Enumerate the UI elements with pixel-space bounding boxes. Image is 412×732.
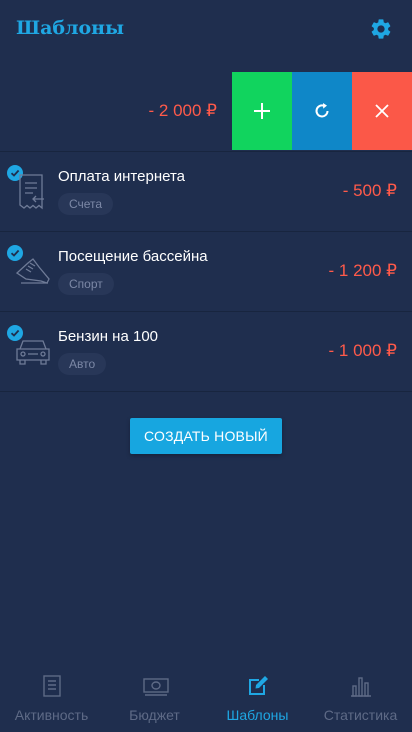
template-amount: - 500 ₽	[342, 181, 397, 200]
tab-budget[interactable]: Бюджет	[103, 662, 206, 732]
delete-button[interactable]	[352, 72, 412, 150]
app-header: Шаблоны	[0, 0, 412, 58]
edit-icon	[246, 674, 270, 698]
template-amount: - 1 000 ₽	[328, 341, 397, 360]
template-name: Оплата интернета	[58, 168, 185, 185]
car-icon	[14, 332, 52, 370]
tab-activity[interactable]: Активность	[0, 662, 103, 732]
receipt-icon	[14, 172, 52, 210]
bar-chart-icon	[349, 674, 373, 698]
category-badge: Спорт	[58, 273, 114, 295]
tab-label: Шаблоны	[226, 707, 289, 723]
templates-list: Оплата интернета Счета - 500 ₽ Посещение…	[0, 151, 412, 392]
sneaker-icon	[14, 252, 52, 290]
summary-total: - 2 000 ₽	[148, 101, 217, 120]
swipe-actions-row: - 2 000 ₽	[0, 72, 412, 150]
page-title: Шаблоны	[16, 17, 125, 39]
list-item[interactable]: Посещение бассейна Спорт - 1 200 ₽	[0, 232, 412, 312]
bottom-tab-bar: Активность Бюджет Шаблоны Статистика	[0, 662, 412, 732]
add-button[interactable]	[232, 72, 292, 150]
gear-icon[interactable]	[369, 17, 393, 41]
list-item[interactable]: Оплата интернета Счета - 500 ₽	[0, 151, 412, 232]
tab-label: Активность	[14, 707, 89, 723]
plus-icon	[254, 103, 270, 119]
list-item[interactable]: Бензин на 100 Авто - 1 000 ₽	[0, 312, 412, 392]
create-new-button[interactable]: СОЗДАТЬ НОВЫЙ	[130, 418, 282, 454]
template-name: Посещение бассейна	[58, 248, 208, 265]
category-badge: Счета	[58, 193, 114, 215]
close-icon	[375, 104, 389, 118]
tab-label: Бюджет	[129, 707, 180, 723]
tab-label: Статистика	[323, 707, 398, 723]
repeat-icon	[315, 103, 329, 118]
repeat-button[interactable]	[292, 72, 352, 150]
document-icon	[40, 674, 64, 698]
tab-templates[interactable]: Шаблоны	[206, 662, 309, 732]
template-name: Бензин на 100	[58, 328, 158, 345]
banknote-icon	[143, 674, 169, 698]
category-badge: Авто	[58, 353, 107, 375]
template-amount: - 1 200 ₽	[328, 261, 397, 280]
tab-statistics[interactable]: Статистика	[309, 662, 412, 732]
